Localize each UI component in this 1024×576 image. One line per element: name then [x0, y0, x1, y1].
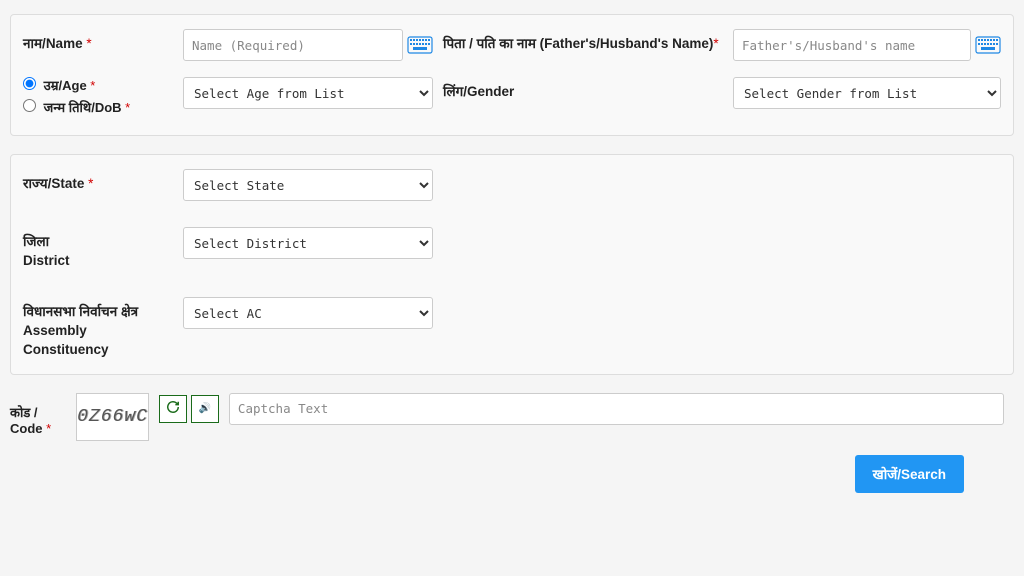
state-label: राज्य/State *: [23, 169, 183, 194]
keyboard-icon[interactable]: [407, 36, 433, 54]
speaker-icon: 🔊: [199, 403, 211, 414]
age-radio[interactable]: [23, 77, 36, 90]
dob-radio-label[interactable]: जन्म तिथि/DoB *: [23, 99, 183, 117]
captcha-image: 0Z66wC: [76, 393, 149, 441]
name-row: नाम/Name * पिता / पति का नाम (Father's/H…: [23, 29, 1001, 61]
state-select[interactable]: Select State: [183, 169, 433, 201]
father-name-input[interactable]: [733, 29, 971, 61]
code-label: कोड / Code *: [10, 393, 66, 436]
age-gender-row: उम्र/Age * जन्म तिथि/DoB * Select Age fr…: [23, 77, 1001, 121]
father-label: पिता / पति का नाम (Father's/Husband's Na…: [433, 29, 733, 54]
captcha-input[interactable]: [229, 393, 1004, 425]
district-label: जिलाDistrict: [23, 227, 183, 271]
personal-details-panel: नाम/Name * पिता / पति का नाम (Father's/H…: [10, 14, 1014, 136]
name-input[interactable]: [183, 29, 403, 61]
search-button[interactable]: खोजें/Search: [855, 455, 964, 493]
name-label: नाम/Name *: [23, 29, 183, 54]
audio-captcha-button[interactable]: 🔊: [191, 395, 219, 423]
age-select[interactable]: Select Age from List: [183, 77, 433, 109]
ac-select[interactable]: Select AC: [183, 297, 433, 329]
age-radio-label[interactable]: उम्र/Age *: [23, 77, 183, 95]
gender-select[interactable]: Select Gender from List: [733, 77, 1001, 109]
refresh-captcha-button[interactable]: [159, 395, 187, 423]
captcha-row: कोड / Code * 0Z66wC 🔊: [10, 393, 1014, 441]
district-select[interactable]: Select District: [183, 227, 433, 259]
keyboard-icon[interactable]: [975, 36, 1001, 54]
refresh-icon: [166, 400, 180, 417]
dob-radio[interactable]: [23, 99, 36, 112]
gender-label: लिंग/Gender: [433, 77, 733, 102]
ac-label: विधानसभा निर्वाचन क्षेत्रAssemblyConstit…: [23, 297, 183, 360]
location-panel: राज्य/State * Select State जिलाDistrict …: [10, 154, 1014, 374]
